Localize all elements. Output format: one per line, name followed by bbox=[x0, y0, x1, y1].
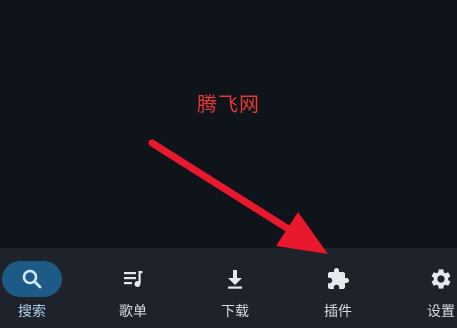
nav-item-label: 搜索 bbox=[18, 304, 46, 320]
app-screen: 腾飞网 搜索 歌单 下载 插件 设置 bbox=[0, 0, 457, 328]
puzzle-icon bbox=[326, 267, 350, 291]
search-icon bbox=[20, 267, 44, 291]
nav-item-plugins[interactable]: 插件 bbox=[298, 248, 378, 328]
nav-item-download[interactable]: 下载 bbox=[195, 248, 275, 328]
bottom-navigation-bar: 搜索 歌单 下载 插件 设置 bbox=[0, 248, 457, 328]
nav-item-label: 插件 bbox=[324, 304, 352, 320]
nav-item-label: 设置 bbox=[427, 304, 455, 320]
nav-item-search[interactable]: 搜索 bbox=[0, 248, 72, 328]
main-content-area: 腾飞网 bbox=[0, 0, 457, 248]
playlist-icon bbox=[121, 267, 145, 291]
download-icon bbox=[223, 267, 247, 291]
nav-item-label: 歌单 bbox=[119, 304, 147, 320]
gear-icon bbox=[429, 267, 453, 291]
nav-item-settings[interactable]: 设置 bbox=[401, 248, 457, 328]
nav-item-playlist[interactable]: 歌单 bbox=[93, 248, 173, 328]
watermark-text: 腾飞网 bbox=[197, 92, 260, 116]
nav-item-label: 下载 bbox=[221, 304, 249, 320]
